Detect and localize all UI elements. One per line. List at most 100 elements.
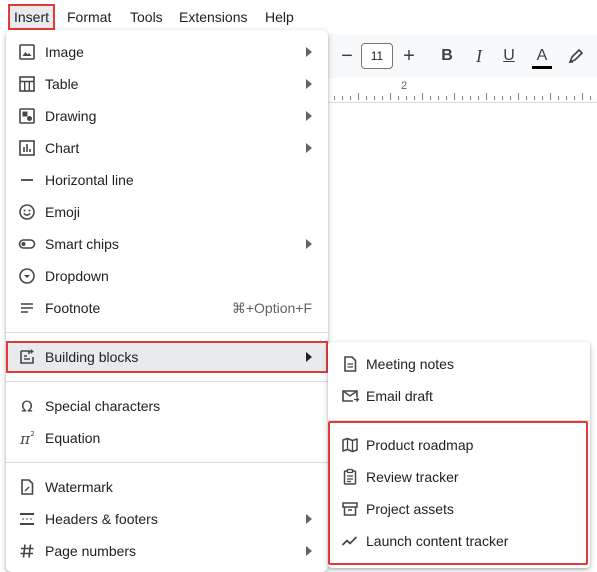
menu-item-label: Dropdown <box>45 268 109 284</box>
ruler-tick <box>486 93 487 100</box>
menu-item-footnote[interactable]: Footnote ⌘+Option+F <box>6 292 328 324</box>
submenu-item-meeting-notes[interactable]: Meeting notes <box>328 348 590 380</box>
submenu-item-label: Project assets <box>366 501 454 517</box>
chart-icon <box>17 138 37 158</box>
menu-item-horizontal-line[interactable]: Horizontal line <box>6 164 328 196</box>
menu-item-headers-footers[interactable]: Headers & footers <box>6 503 328 535</box>
bold-button[interactable]: B <box>438 44 456 68</box>
underline-button[interactable]: U <box>500 44 518 68</box>
menu-item-equation[interactable]: π2 Equation <box>6 422 328 454</box>
submenu-item-product-roadmap[interactable]: Product roadmap <box>328 429 590 461</box>
menu-item-emoji[interactable]: Emoji <box>6 196 328 228</box>
submenu-item-review-tracker[interactable]: Review tracker <box>328 461 590 493</box>
menu-insert[interactable]: Insert <box>8 4 56 30</box>
menu-item-label: Chart <box>45 140 80 156</box>
submenu-arrow-icon <box>306 546 312 556</box>
table-icon <box>17 74 37 94</box>
menu-item-label: Horizontal line <box>45 172 134 188</box>
ruler-tick <box>550 93 551 100</box>
dropdown-icon <box>17 266 37 286</box>
decrease-font-size-button[interactable]: − <box>338 44 356 68</box>
submenu-item-label: Meeting notes <box>366 356 454 372</box>
ruler-tick <box>390 93 391 100</box>
smart-chips-icon <box>17 234 37 254</box>
svg-text:π: π <box>19 430 31 448</box>
document-icon <box>340 354 360 374</box>
menu-item-image[interactable]: Image <box>6 36 328 68</box>
building-blocks-submenu: Meeting notes Email draft Product roadma… <box>328 342 590 568</box>
insert-menu: Image Table Drawing Chart Horizontal lin… <box>6 30 328 572</box>
watermark-icon <box>17 477 37 497</box>
menu-item-drawing[interactable]: Drawing <box>6 100 328 132</box>
submenu-item-project-assets[interactable]: Project assets <box>328 493 590 525</box>
omega-icon: Ω <box>17 396 37 416</box>
menu-item-label: Building blocks <box>45 349 139 365</box>
submenu-item-launch-content-tracker[interactable]: Launch content tracker <box>328 525 590 557</box>
submenu-item-label: Launch content tracker <box>366 533 509 549</box>
email-icon <box>340 386 360 406</box>
menu-item-label: Special characters <box>45 398 161 414</box>
menu-item-dropdown[interactable]: Dropdown <box>6 260 328 292</box>
archive-icon <box>340 499 360 519</box>
menu-help[interactable]: Help <box>259 4 300 30</box>
submenu-arrow-icon <box>306 143 312 153</box>
menu-divider <box>6 381 328 382</box>
submenu-arrow-icon <box>306 514 312 524</box>
ruler-tick <box>534 96 535 100</box>
menu-item-label: Emoji <box>45 204 81 220</box>
ruler-tick <box>342 96 343 100</box>
italic-button[interactable]: I <box>470 44 488 68</box>
increase-font-size-button[interactable]: + <box>400 44 418 68</box>
menu-item-page-numbers[interactable]: Page numbers <box>6 535 328 567</box>
menu-item-building-blocks[interactable]: Building blocks <box>6 341 328 373</box>
font-size-input[interactable]: 11 <box>361 43 393 69</box>
ruler-tick <box>590 96 591 100</box>
ruler-tick <box>566 96 567 100</box>
ruler-tick <box>334 96 335 100</box>
menu-divider <box>6 462 328 463</box>
ruler-tick <box>462 96 463 100</box>
menu-item-watermark[interactable]: Watermark <box>6 471 328 503</box>
ruler-tick <box>422 93 423 100</box>
menu-item-smart-chips[interactable]: Smart chips <box>6 228 328 260</box>
submenu-item-email-draft[interactable]: Email draft <box>328 380 590 412</box>
menu-item-label: Footnote <box>45 300 101 316</box>
building-blocks-icon <box>17 347 37 367</box>
menu-format[interactable]: Format <box>61 4 117 30</box>
menu-item-label: Page numbers <box>45 543 137 559</box>
submenu-item-label: Email draft <box>366 388 433 404</box>
ruler-tick <box>350 96 351 100</box>
menu-extensions[interactable]: Extensions <box>173 4 253 30</box>
submenu-item-label: Review tracker <box>366 469 459 485</box>
menu-divider <box>6 332 328 333</box>
ruler-tick <box>406 96 407 100</box>
highlight-pen-icon[interactable] <box>566 44 586 68</box>
ruler-tick <box>542 96 543 100</box>
menu-item-chart[interactable]: Chart <box>6 132 328 164</box>
ruler-tick <box>558 96 559 100</box>
submenu-arrow-icon <box>306 79 312 89</box>
menu-item-label: Table <box>45 76 79 92</box>
ruler: 2 <box>320 78 597 103</box>
image-icon <box>17 42 37 62</box>
formatting-toolbar: − 11 + B I U A <box>320 34 597 79</box>
menu-item-table[interactable]: Table <box>6 68 328 100</box>
ruler-mark: 2 <box>401 80 408 92</box>
pi-icon: π2 <box>17 428 37 448</box>
horizontal-line-icon <box>17 170 37 190</box>
menu-item-special-characters[interactable]: Ω Special characters <box>6 390 328 422</box>
ruler-tick <box>374 96 375 100</box>
text-color-swatch <box>532 66 552 69</box>
hash-icon <box>17 541 37 561</box>
ruler-tick <box>430 96 431 100</box>
ruler-tick <box>382 96 383 100</box>
text-color-button[interactable]: A <box>532 44 552 69</box>
ruler-tick <box>526 96 527 100</box>
menu-tools[interactable]: Tools <box>124 4 169 30</box>
submenu-arrow-icon <box>306 47 312 57</box>
ruler-tick <box>470 96 471 100</box>
emoji-icon <box>17 202 37 222</box>
submenu-divider <box>328 420 590 421</box>
ruler-tick <box>478 96 479 100</box>
ruler-tick <box>454 93 455 100</box>
